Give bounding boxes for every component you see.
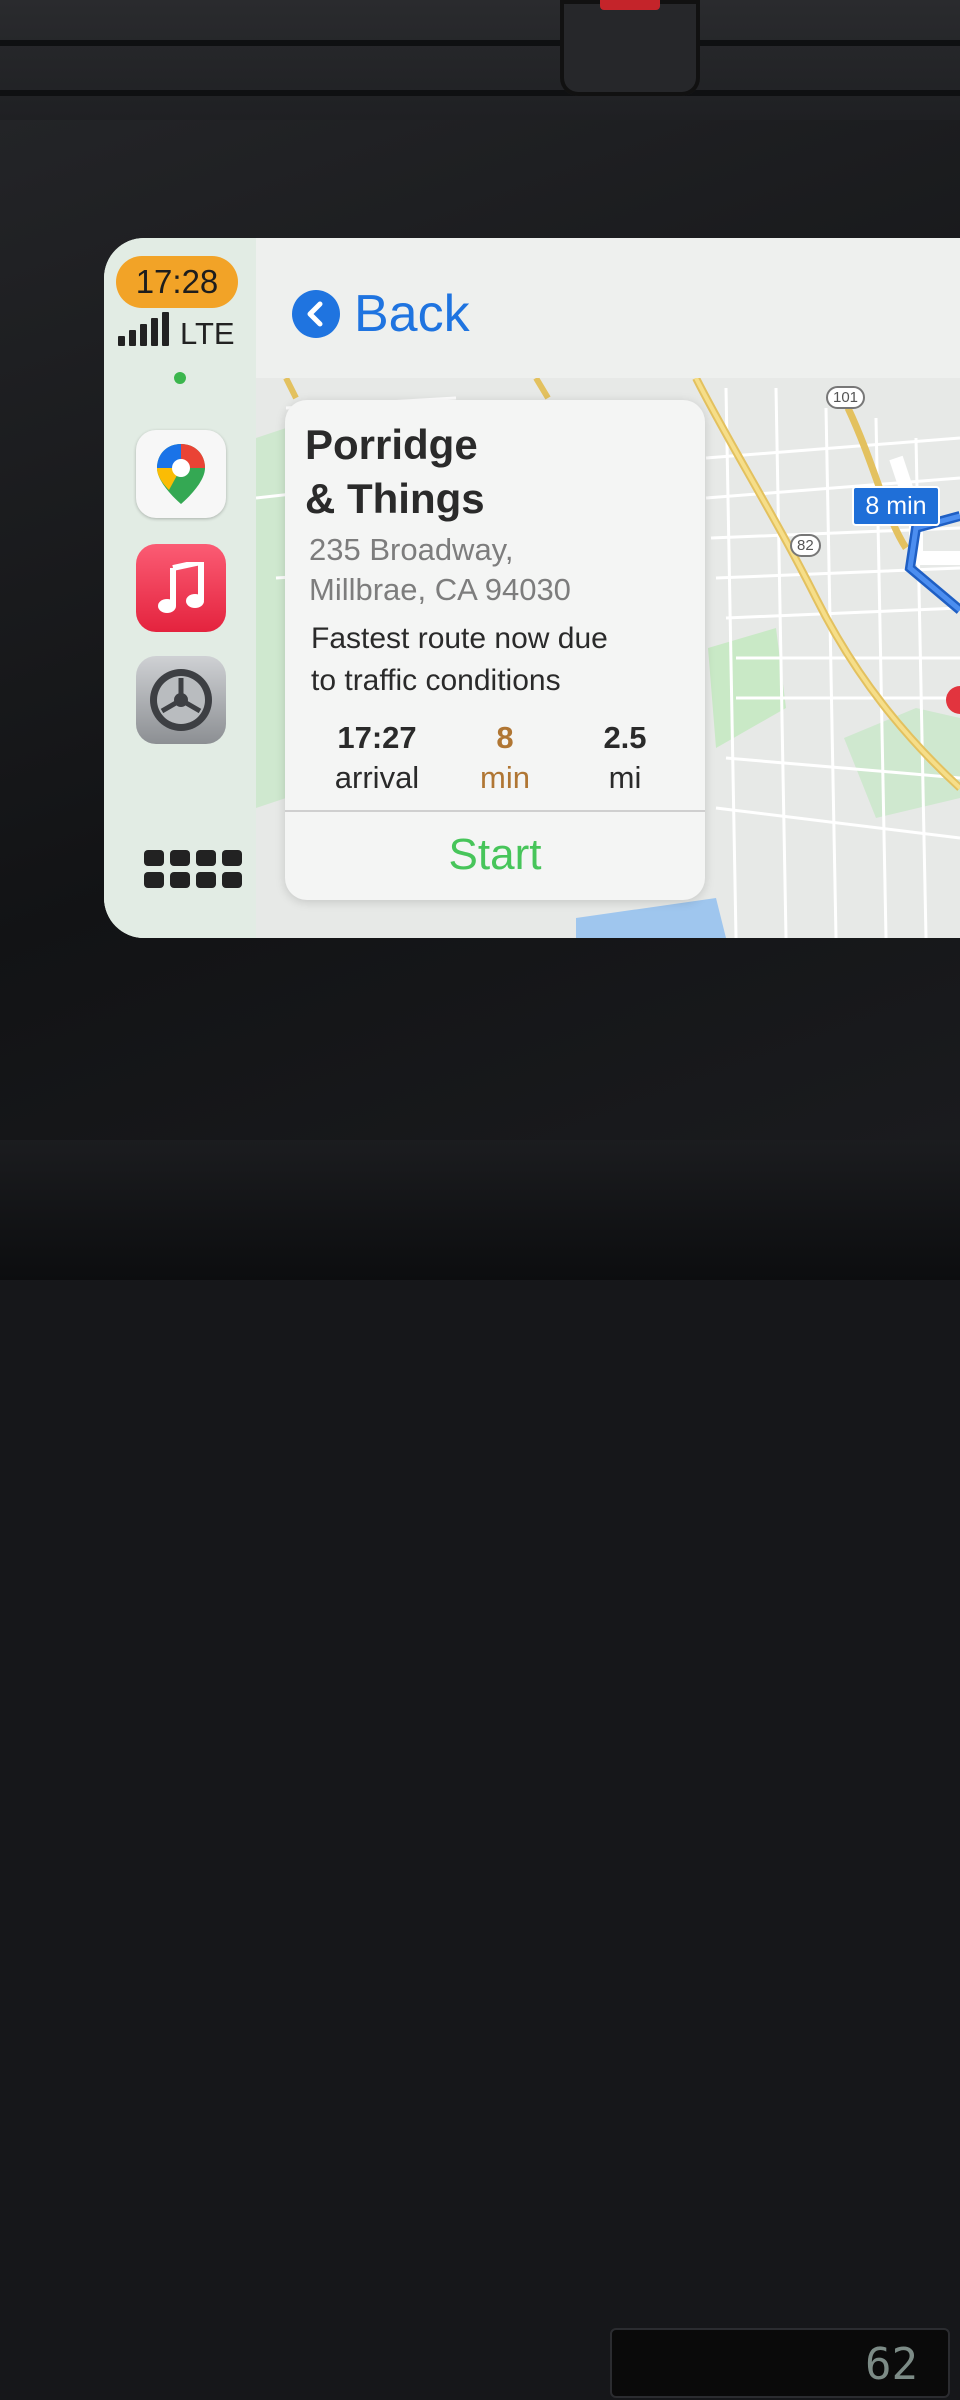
network-type: LTE [180,316,235,351]
google-maps-icon[interactable] [136,430,226,518]
climate-lcd: 62 [610,2328,950,2398]
address-line2: Millbrae, CA 94030 [309,572,571,607]
active-app-indicator [174,372,186,384]
destination-name-line2: & Things [305,475,485,522]
highway-shield-82: 82 [790,534,821,557]
duration-stat: 8 min [465,718,545,798]
dashboard-grid-icon[interactable] [144,850,242,888]
vent-slat [0,40,960,46]
carplay-sidebar: 17:28 LTE [104,238,256,938]
start-navigation-button[interactable]: Start [285,812,705,898]
destination-name-line1: Porridge [305,421,478,468]
arrival-label: arrival [334,760,420,795]
vent-slat [0,90,960,96]
map-pin-icon [157,444,205,504]
distance-label: mi [608,760,642,795]
destination-address: 235 Broadway, Millbrae, CA 94030 [309,530,689,610]
duration-value: 8 [496,720,514,755]
highway-shield-101: 101 [826,386,866,409]
address-line1: 235 Broadway, [309,532,514,567]
climate-panel: 62 [0,1140,960,2398]
dashboard-vent [0,0,960,140]
chevron-left-icon [292,290,340,338]
back-label: Back [354,285,470,343]
arrival-value: 17:27 [337,720,417,755]
destination-card: Porridge & Things 235 Broadway, Millbrae… [285,400,705,900]
nav-bar: Back [256,238,960,378]
route-note-line2: to traffic conditions [311,664,561,697]
music-app-icon[interactable] [136,544,226,632]
gear-icon [150,669,212,731]
arrival-stat: 17:27 arrival [317,718,437,798]
status-time: 17:28 [116,256,238,308]
route-note: Fastest route now due to traffic conditi… [311,618,701,702]
music-note-icon [158,562,204,613]
duration-label: min [480,760,530,795]
route-eta-badge: 8 min [852,486,940,526]
distance-stat: 2.5 mi [585,718,665,798]
back-button[interactable]: Back [292,284,470,344]
route-note-line1: Fastest route now due [311,622,608,655]
destination-name: Porridge & Things [305,418,685,526]
settings-app-icon[interactable] [136,656,226,744]
signal-strength-icon [118,312,169,346]
hazard-button[interactable] [560,0,700,96]
distance-value: 2.5 [603,720,647,755]
